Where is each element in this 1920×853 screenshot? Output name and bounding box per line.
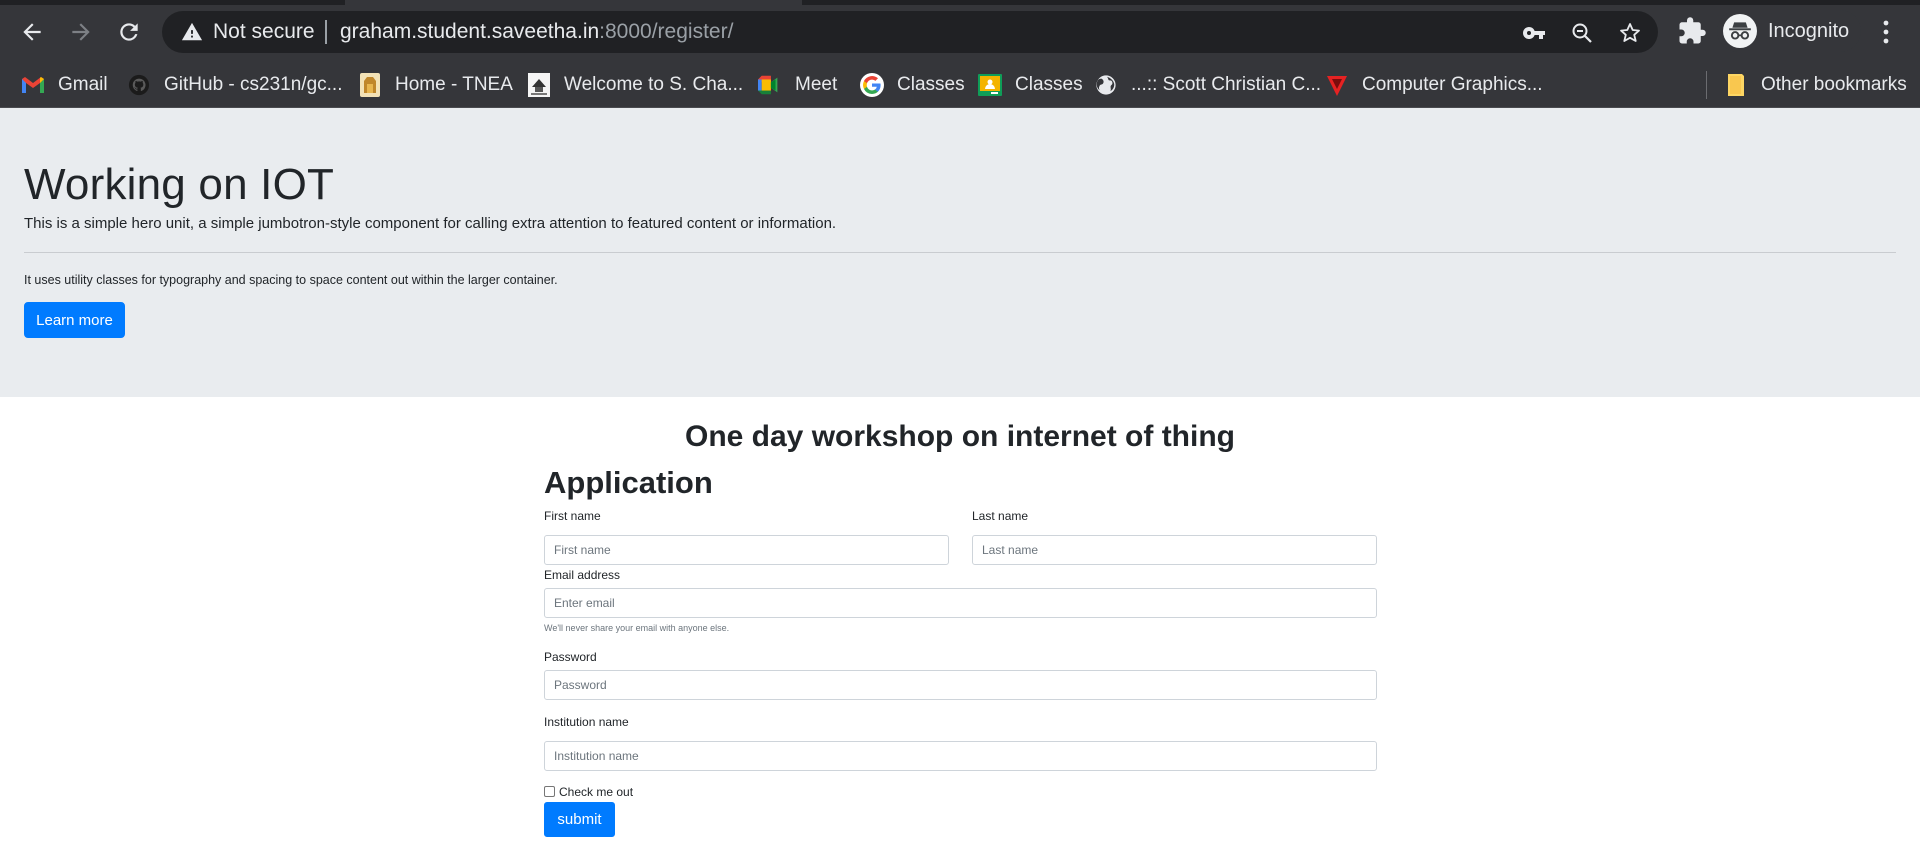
bookmark-label: Computer Graphics... <box>1362 74 1543 95</box>
incognito-label: Incognito <box>1768 20 1850 42</box>
application-heading: Application <box>544 465 713 500</box>
institution-input[interactable]: Institution name <box>544 741 1377 771</box>
bookmark-classes-google[interactable]: Classes <box>860 68 965 102</box>
bookmark-label: GitHub - cs231n/gc... <box>164 74 343 95</box>
bookmark-label: ...:: Scott Christian C... <box>1131 74 1322 95</box>
folder-icon <box>1724 73 1748 97</box>
bookmark-classes-classroom[interactable]: Classes <box>978 68 1083 102</box>
bookmark-tnea[interactable]: Home - TNEA <box>358 68 513 102</box>
workshop-title: One day workshop on internet of thing <box>684 420 1235 453</box>
incognito-profile-button[interactable]: Incognito <box>1717 10 1861 52</box>
other-bookmarks-label: Other bookmarks <box>1761 74 1907 95</box>
globe-icon <box>1094 73 1118 97</box>
first-name-input[interactable]: First name <box>544 535 949 565</box>
bookmarks-separator <box>1706 71 1707 99</box>
bookmark-label: Classes <box>897 74 965 95</box>
password-input[interactable]: Password <box>544 670 1377 700</box>
graphics-icon <box>1325 73 1349 97</box>
bookmark-label: Classes <box>1015 74 1083 95</box>
forward-button[interactable] <box>61 12 101 52</box>
email-input[interactable]: Enter email <box>544 588 1377 618</box>
bookmark-label: Home - TNEA <box>395 74 513 95</box>
zoom-out-icon[interactable] <box>1570 21 1594 45</box>
meet-icon <box>758 73 782 97</box>
warning-icon <box>181 22 203 41</box>
learn-more-button[interactable]: Learn more <box>24 302 125 338</box>
address-bar[interactable]: Not secure graham.student.saveetha.in:80… <box>162 11 1658 53</box>
bookmark-welcome[interactable]: Welcome to S. Cha... <box>527 68 743 102</box>
bookmarks-bar: Gmail GitHub - cs231n/gc... Home - TNEA … <box>0 63 1920 108</box>
bookmark-label: Meet <box>795 74 838 95</box>
extensions-puzzle-icon[interactable] <box>1677 16 1707 46</box>
bookmark-gmail[interactable]: Gmail <box>21 68 108 102</box>
bookmark-meet[interactable]: Meet <box>758 68 837 102</box>
bookmark-label: Welcome to S. Cha... <box>564 74 744 95</box>
github-icon <box>127 73 151 97</box>
tab-strip-edge <box>0 0 345 5</box>
classroom-icon <box>978 73 1002 97</box>
email-label: Email address <box>544 568 621 582</box>
last-name-input[interactable]: Last name <box>972 535 1377 565</box>
bookmark-label: Gmail <box>58 74 108 95</box>
bookmark-github[interactable]: GitHub - cs231n/gc... <box>127 68 342 102</box>
other-bookmarks-folder[interactable]: Other bookmarks <box>1724 68 1907 102</box>
password-label: Password <box>544 650 597 664</box>
incognito-avatar <box>1723 14 1757 48</box>
back-button[interactable] <box>12 12 52 52</box>
incognito-icon <box>1729 22 1751 40</box>
bookmark-scott-christian[interactable]: ...:: Scott Christian C... <box>1094 68 1321 102</box>
hero-jumbotron: Working on IOT This is a simple hero uni… <box>0 108 1920 397</box>
check-me-out-checkbox[interactable] <box>544 786 555 797</box>
url-path: :8000/register/ <box>599 20 734 43</box>
reload-button[interactable] <box>109 12 149 52</box>
last-name-label: Last name <box>972 509 1029 523</box>
hero-divider <box>24 252 1896 253</box>
forward-arrow-icon <box>72 23 90 41</box>
college-icon <box>527 73 551 97</box>
gmail-icon <box>21 73 45 97</box>
url-text[interactable]: graham.student.saveetha.in:8000/register… <box>340 20 733 44</box>
email-help-text: We'll never share your email with anyone… <box>544 623 730 633</box>
institution-label: Institution name <box>544 715 629 729</box>
check-me-out-label[interactable]: Check me out <box>559 785 633 799</box>
google-icon <box>860 73 884 97</box>
key-icon[interactable] <box>1522 21 1546 45</box>
hero-lead-text: This is a simple hero unit, a simple jum… <box>24 215 837 232</box>
browser-toolbar: Not secure graham.student.saveetha.in:80… <box>0 0 1920 63</box>
url-host: graham.student.saveetha.in <box>340 20 600 43</box>
first-name-label: First name <box>544 509 601 523</box>
omnibox-divider <box>325 20 327 44</box>
tab-strip-edge <box>802 0 1920 5</box>
back-arrow-icon <box>23 23 41 41</box>
hero-title: Working on IOT <box>24 160 335 209</box>
tnea-icon <box>358 73 382 97</box>
star-icon[interactable] <box>1618 21 1642 45</box>
bookmark-computer-graphics[interactable]: Computer Graphics... <box>1325 68 1543 102</box>
more-menu-icon[interactable] <box>1874 14 1898 50</box>
reload-icon <box>120 23 138 41</box>
not-secure-label[interactable]: Not secure <box>213 20 315 44</box>
submit-button[interactable]: submit <box>544 802 615 837</box>
hero-body-text: It uses utility classes for typography a… <box>24 273 558 287</box>
